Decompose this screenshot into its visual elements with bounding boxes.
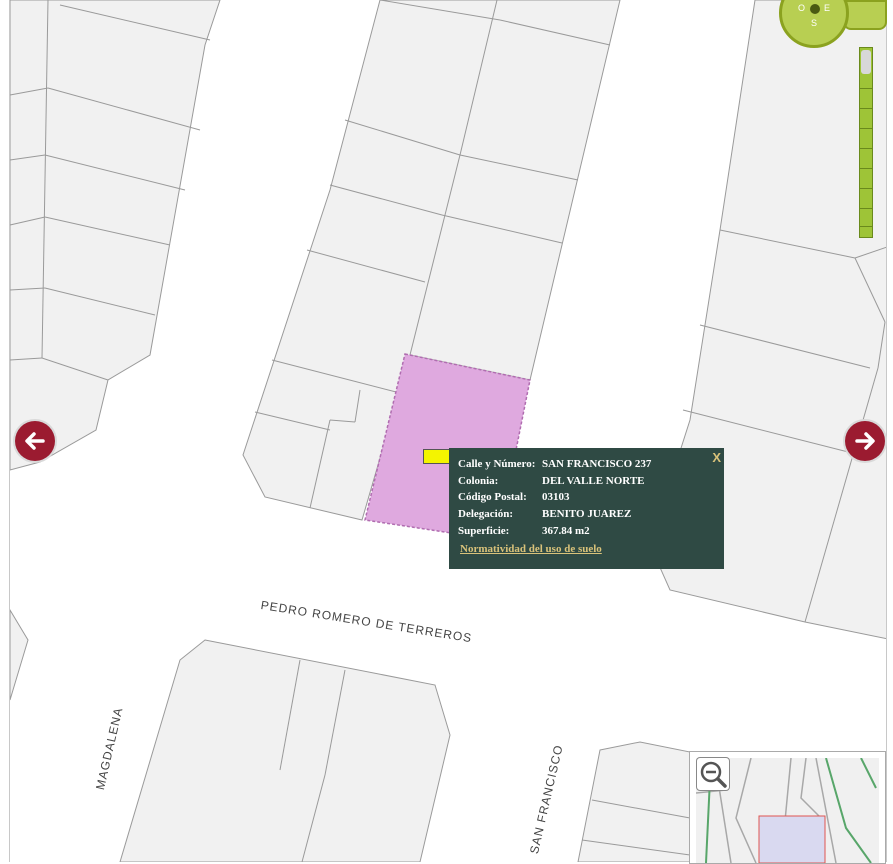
info-key: Superficie: xyxy=(458,524,510,537)
compass-pan-control[interactable] xyxy=(843,0,887,30)
map-canvas[interactable] xyxy=(0,0,893,862)
info-key: Delegación: xyxy=(458,508,513,521)
zoom-slider-thumb[interactable] xyxy=(861,50,871,74)
parcel-info-table: Calle y Número: SAN FRANCISCO 237 Coloni… xyxy=(458,458,655,542)
land-use-link[interactable]: Normatividad del uso de suelo xyxy=(460,543,602,555)
arrow-left-icon xyxy=(25,432,45,450)
info-row: Delegación: BENITO JUAREZ xyxy=(458,508,655,525)
zoom-out-button[interactable] xyxy=(696,757,730,791)
zoom-tick xyxy=(860,148,872,149)
compass-south-label: S xyxy=(811,18,818,28)
compass-east-label: E xyxy=(824,3,831,13)
compass-center xyxy=(810,4,820,14)
zoom-tick xyxy=(860,208,872,209)
location-marker[interactable] xyxy=(423,449,452,464)
parcel-info-popup: X Calle y Número: SAN FRANCISCO 237 Colo… xyxy=(449,448,724,569)
pan-right-button[interactable] xyxy=(845,421,885,461)
info-key: Colonia: xyxy=(458,474,499,487)
zoom-tick xyxy=(860,188,872,189)
info-key: Código Postal: xyxy=(458,491,527,504)
pan-left-button[interactable] xyxy=(15,421,55,461)
zoom-tick xyxy=(860,128,872,129)
popup-close-button[interactable]: X xyxy=(712,450,721,465)
info-key: Calle y Número: xyxy=(458,458,536,470)
arrow-right-icon xyxy=(855,432,875,450)
compass-west-label: O xyxy=(798,3,806,13)
info-value: DEL VALLE NORTE xyxy=(542,474,645,487)
zoom-tick xyxy=(860,108,872,109)
info-value: BENITO JUAREZ xyxy=(542,508,632,521)
zoom-tick xyxy=(860,88,872,89)
info-value: SAN FRANCISCO 237 xyxy=(542,458,652,470)
overview-current-extent xyxy=(758,815,826,863)
info-value: 367.84 m2 xyxy=(542,524,590,537)
map-right-border xyxy=(886,0,893,862)
info-row: Calle y Número: SAN FRANCISCO 237 xyxy=(458,458,655,475)
info-row: Colonia: DEL VALLE NORTE xyxy=(458,475,655,492)
zoom-tick xyxy=(860,168,872,169)
zoom-slider[interactable] xyxy=(859,47,873,238)
info-row: Código Postal: 03103 xyxy=(458,491,655,508)
map-left-border xyxy=(0,0,10,862)
info-row: Superficie: 367.84 m2 xyxy=(458,525,655,542)
zoom-out-icon xyxy=(700,761,727,788)
zoom-tick xyxy=(860,226,872,227)
info-value: 03103 xyxy=(542,491,570,504)
